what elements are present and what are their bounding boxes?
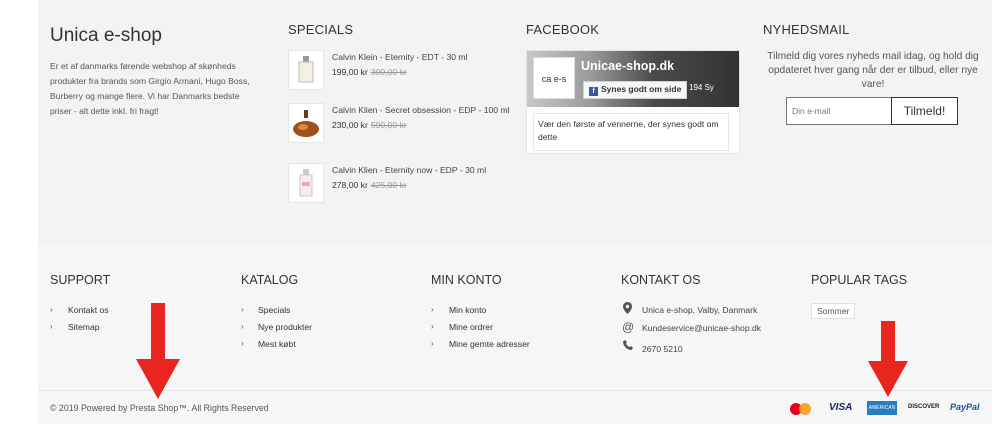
link-specials[interactable]: Specials <box>258 305 290 315</box>
link-sitemap[interactable]: Sitemap <box>68 322 100 332</box>
chevron-right-icon: › <box>50 305 53 314</box>
link-mest-kobt[interactable]: Mest købt <box>258 339 296 349</box>
special-item[interactable]: Calvin Klien - Eternity now - EDP - 30 m… <box>288 163 518 207</box>
facebook-page-logo[interactable]: ca e-s <box>533 57 575 99</box>
link-min-konto[interactable]: Min konto <box>449 305 486 315</box>
chevron-right-icon: › <box>241 322 244 331</box>
visa-icon: VISA <box>829 402 853 413</box>
product-thumbnail[interactable] <box>288 163 324 203</box>
product-thumbnail[interactable] <box>288 50 324 90</box>
chevron-right-icon: › <box>431 322 434 331</box>
newsletter-heading: NYHEDSMAIL <box>763 22 850 37</box>
special-item-info: Calvin Klien - Secret obsession - EDP - … <box>332 103 512 133</box>
product-price: 278,00 kr <box>332 180 368 190</box>
page-margin-left <box>0 0 38 424</box>
discover-icon: DISCOVER <box>908 404 940 410</box>
product-name[interactable]: Calvin Klien - Secret obsession - EDP - … <box>332 103 512 118</box>
facebook-icon: f <box>589 87 598 96</box>
chevron-right-icon: › <box>431 339 434 348</box>
newsletter-subscribe-button[interactable]: Tilmeld! <box>891 97 958 125</box>
amex-icon: AMERICAN EXPRESS <box>867 401 897 424</box>
contact-address: Unica e-shop, Valby, Danmark <box>642 305 758 315</box>
link-kontakt-os[interactable]: Kontakt os <box>68 305 109 315</box>
facebook-page-widget[interactable]: ca e-s Unicae-shop.dk f Synes godt om sid… <box>526 50 740 154</box>
chevron-right-icon: › <box>241 339 244 348</box>
facebook-like-label: Synes godt om side <box>601 84 682 94</box>
chevron-right-icon: › <box>241 305 244 314</box>
facebook-like-count: 194 Sy <box>689 83 714 92</box>
map-marker-icon <box>623 302 632 317</box>
product-price: 230,00 kr <box>332 120 368 130</box>
red-arrow-right <box>868 321 908 397</box>
katalog-heading: KATALOG <box>241 273 299 287</box>
brand-title: Unica e-shop <box>50 25 162 46</box>
special-item-info: Calvin Klien - Eternity now - EDP - 30 m… <box>332 163 512 193</box>
support-heading: SUPPORT <box>50 273 111 287</box>
tag-sommer[interactable]: Sommer <box>811 303 856 319</box>
kontakt-heading: KONTAKT OS <box>621 273 701 287</box>
chevron-right-icon: › <box>431 305 434 314</box>
footer-top: Unica e-shop Er et af danmarks førende w… <box>38 0 992 244</box>
product-thumbnail[interactable] <box>288 103 324 143</box>
chevron-right-icon: › <box>50 322 53 331</box>
newsletter-email-input[interactable] <box>786 97 892 125</box>
product-price: 199,00 kr <box>332 67 368 77</box>
at-sign-icon: @ <box>622 320 635 334</box>
facebook-heading: FACEBOOK <box>526 22 600 37</box>
newsletter-text: Tilmeld dig vores nyheds mail idag, og h… <box>767 51 979 90</box>
perfume-bottle-icon <box>299 169 313 197</box>
product-old-price: 300,00 kr <box>370 67 407 77</box>
page-margin-right <box>992 0 1000 424</box>
link-nye-produkter[interactable]: Nye produkter <box>258 322 312 332</box>
link-mine-gemte-adresser[interactable]: Mine gemte adresser <box>449 339 530 349</box>
copyright-text: © 2019 Powered by Presta Shop™. All Righ… <box>50 403 269 413</box>
mastercard-icon <box>790 403 814 415</box>
perfume-bottle-icon <box>298 56 314 83</box>
facebook-like-button[interactable]: f Synes godt om side <box>583 81 688 99</box>
special-item[interactable]: Calvin Klein - Eternity - EDT - 30 ml 19… <box>288 50 518 94</box>
product-old-price: 590,00 kr <box>370 120 407 130</box>
product-old-price: 425,00 kr <box>370 180 407 190</box>
specials-heading: SPECIALS <box>288 22 354 37</box>
link-mine-ordrer[interactable]: Mine ordrer <box>449 322 493 332</box>
perfume-bottle-icon <box>293 110 319 137</box>
contact-email[interactable]: Kundeservice@unicae-shop.dk <box>642 323 761 333</box>
red-arrow-left <box>136 303 180 399</box>
product-name[interactable]: Calvin Klein - Eternity - EDT - 30 ml <box>332 50 512 65</box>
contact-phone: 2670 5210 <box>642 344 683 354</box>
product-name[interactable]: Calvin Klien - Eternity now - EDP - 30 m… <box>332 163 512 178</box>
phone-icon <box>623 340 633 353</box>
footer: Unica e-shop Er et af danmarks førende w… <box>38 0 992 424</box>
facebook-friends-text: Vær den første af vennerne, der synes go… <box>533 113 729 151</box>
special-item-info: Calvin Klein - Eternity - EDT - 30 ml 19… <box>332 50 512 80</box>
tags-heading: POPULAR TAGS <box>811 273 908 287</box>
min-konto-heading: MIN KONTO <box>431 273 502 287</box>
paypal-icon: PayPal <box>950 402 980 412</box>
facebook-page-name[interactable]: Unicae-shop.dk <box>581 59 674 73</box>
special-item[interactable]: Calvin Klien - Secret obsession - EDP - … <box>288 103 518 147</box>
brand-description: Er et af danmarks førende webshop af skø… <box>50 61 250 116</box>
